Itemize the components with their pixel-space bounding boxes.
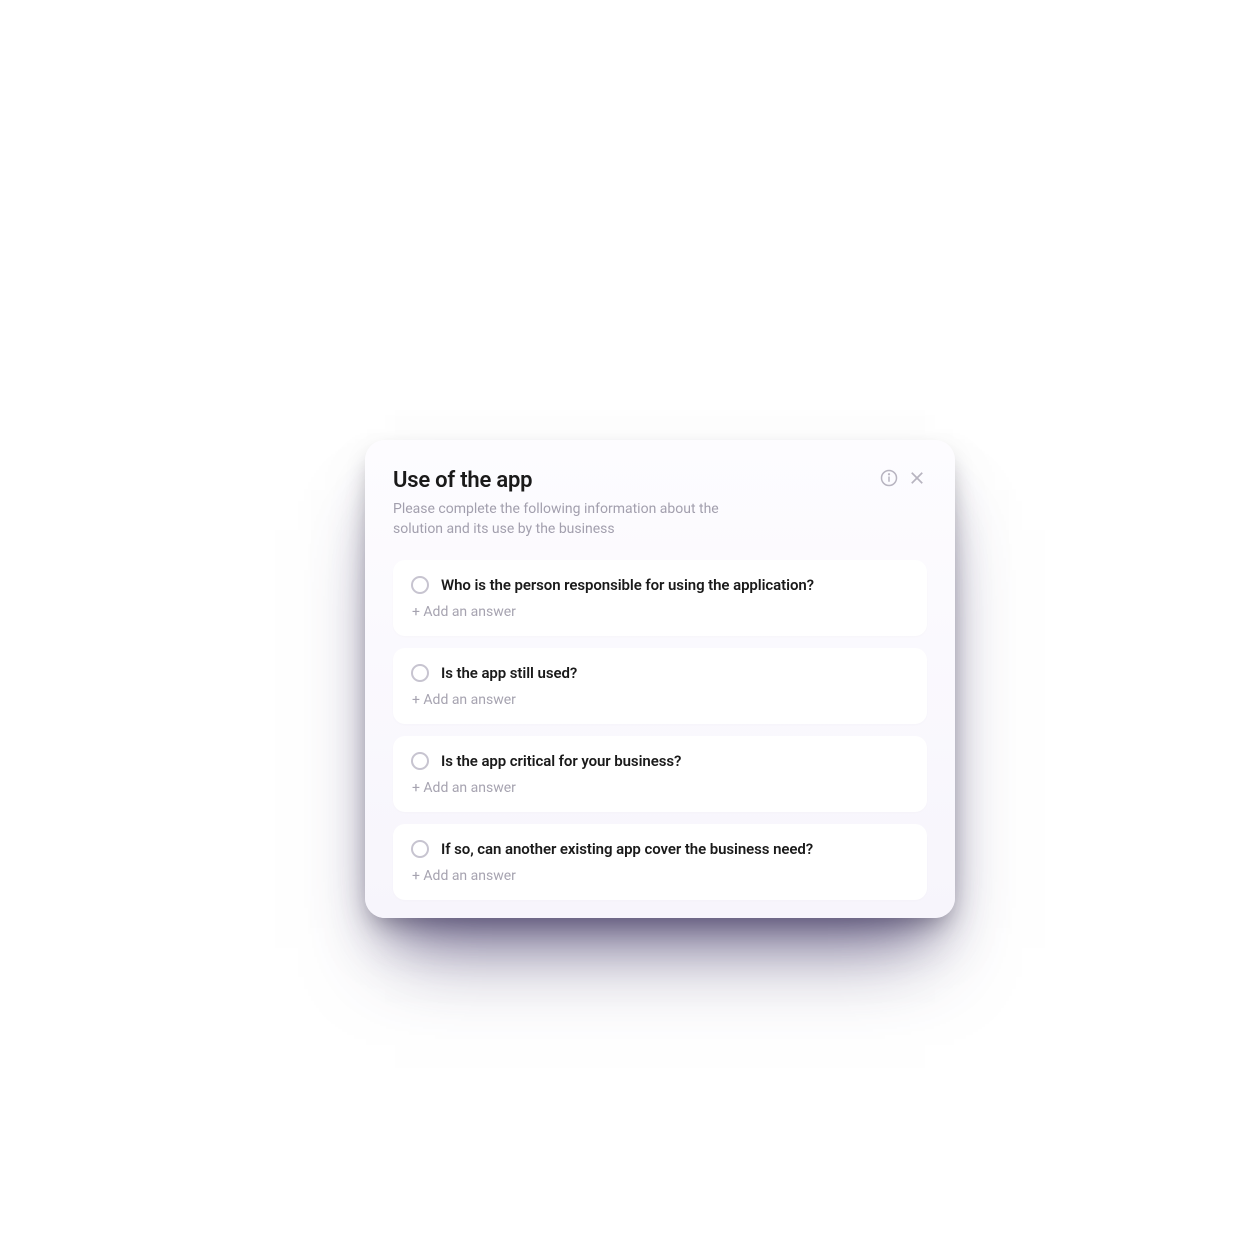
radio-circle-icon[interactable] xyxy=(411,576,429,594)
question-card: If so, can another existing app cover th… xyxy=(393,824,927,900)
question-list: Who is the person responsible for using … xyxy=(393,560,927,900)
close-icon[interactable] xyxy=(907,468,927,488)
question-row: If so, can another existing app cover th… xyxy=(411,840,909,858)
question-text: Is the app still used? xyxy=(441,664,577,682)
question-text: Is the app critical for your business? xyxy=(441,752,681,770)
question-card: Is the app critical for your business? +… xyxy=(393,736,927,812)
info-icon[interactable] xyxy=(879,468,899,488)
add-answer-button[interactable]: + Add an answer xyxy=(411,692,909,708)
modal-subtitle: Please complete the following informatio… xyxy=(393,499,723,540)
question-card: Is the app still used? + Add an answer xyxy=(393,648,927,724)
radio-circle-icon[interactable] xyxy=(411,840,429,858)
use-of-app-modal: Use of the app Please complete the follo… xyxy=(365,440,955,918)
question-row: Is the app critical for your business? xyxy=(411,752,909,770)
radio-circle-icon[interactable] xyxy=(411,664,429,682)
question-text: Who is the person responsible for using … xyxy=(441,576,814,594)
add-answer-button[interactable]: + Add an answer xyxy=(411,780,909,796)
radio-circle-icon[interactable] xyxy=(411,752,429,770)
modal-title: Use of the app xyxy=(393,468,532,493)
add-answer-button[interactable]: + Add an answer xyxy=(411,868,909,884)
question-row: Is the app still used? xyxy=(411,664,909,682)
modal-header: Use of the app xyxy=(393,468,927,493)
question-row: Who is the person responsible for using … xyxy=(411,576,909,594)
question-text: If so, can another existing app cover th… xyxy=(441,840,813,858)
question-card: Who is the person responsible for using … xyxy=(393,560,927,636)
add-answer-button[interactable]: + Add an answer xyxy=(411,604,909,620)
modal-controls xyxy=(879,468,927,488)
